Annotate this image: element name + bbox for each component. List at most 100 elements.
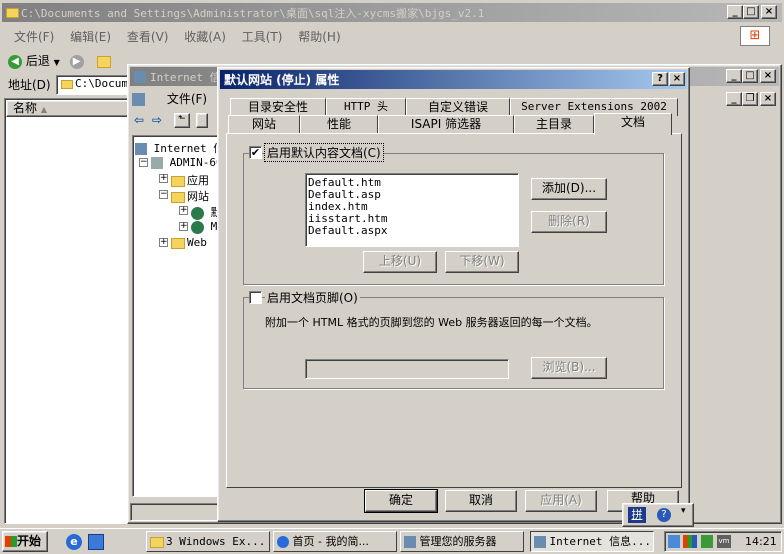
tree-apppools[interactable]: 应用	[171, 172, 209, 188]
show-tree-icon[interactable]	[195, 113, 208, 128]
inner-restore-button[interactable]: ❐	[742, 92, 758, 106]
apply-button[interactable]: 应用(A)	[525, 490, 597, 512]
windows-flag-icon	[5, 536, 17, 547]
server-icon	[151, 157, 163, 169]
address-value: C:\Docum	[75, 77, 128, 90]
default-doc-checkbox[interactable]: ✔	[249, 146, 262, 159]
footer-description: 附加一个 HTML 格式的页脚到您的 Web 服务器返回的每一个文档。	[265, 316, 598, 329]
footer-checkbox[interactable]	[249, 291, 262, 304]
inner-minimize-button[interactable]: _	[726, 92, 742, 106]
back-arrow-icon[interactable]: ⇦	[134, 113, 144, 127]
ok-button[interactable]: 确定	[364, 489, 438, 513]
menu-tools[interactable]: 工具(T)	[242, 30, 283, 44]
move-up-button[interactable]: 上移(U)	[363, 251, 437, 273]
tree-site-m[interactable]: M	[191, 220, 217, 234]
forward-arrow-icon[interactable]: ⇨	[152, 113, 162, 127]
expand-icon[interactable]: +	[159, 174, 168, 183]
address-input[interactable]: C:\Docum	[56, 75, 130, 95]
tab-home-directory[interactable]: 主目录	[514, 115, 594, 133]
tab-website[interactable]: 网站	[228, 115, 300, 133]
up-level-icon[interactable]: ⬑	[173, 113, 190, 128]
tray-network-icon[interactable]	[668, 535, 680, 548]
back-label[interactable]: 后退	[26, 54, 50, 68]
expand-icon[interactable]: +	[159, 238, 168, 247]
add-button[interactable]: 添加(D)...	[531, 178, 607, 200]
ie-icon	[277, 536, 289, 548]
footer-label[interactable]: 启用文档页脚(O)	[265, 289, 360, 306]
task-iis[interactable]: Internet 信息...	[530, 531, 654, 552]
iis-toolbar: ⇦ ⇨ ⬑	[134, 113, 208, 128]
tray-vm-icon[interactable]: vm	[717, 535, 731, 548]
expand-icon[interactable]: +	[179, 222, 188, 231]
server-manage-icon	[404, 536, 416, 548]
default-doc-label[interactable]: 启用默认内容文档(C)	[264, 143, 384, 162]
help-button[interactable]: ?	[652, 72, 668, 86]
back-icon[interactable]: ◀	[8, 54, 22, 69]
tree-websites[interactable]: 网站	[171, 188, 209, 204]
column-header-name[interactable]: 名称 ▲	[6, 100, 130, 117]
tab-http-headers[interactable]: HTTP 头	[326, 98, 406, 116]
minimize-button[interactable]: _	[727, 5, 743, 19]
explorer-titlebar: C:\Documents and Settings\Administrator\…	[2, 3, 782, 22]
tree-root[interactable]: Internet 信	[135, 140, 224, 156]
menu-file[interactable]: 文件(F)	[14, 30, 54, 44]
footer-path-input[interactable]	[305, 359, 509, 379]
task-manage-server[interactable]: 管理您的服务器	[400, 531, 524, 552]
close-button[interactable]: ×	[761, 5, 777, 19]
start-button[interactable]: 开始	[2, 531, 48, 552]
address-bar: 地址(D)	[8, 76, 51, 93]
task-explorer[interactable]: 3 Windows Ex... ▼	[146, 531, 270, 552]
explorer-toolbar: ◀ 后退 ▼ ▶	[8, 52, 112, 70]
menu-view[interactable]: 查看(V)	[127, 30, 169, 44]
remove-button[interactable]: 删除(R)	[531, 211, 607, 233]
browse-button[interactable]: 浏览(B)...	[531, 357, 607, 379]
tray-color-icon[interactable]	[683, 535, 697, 548]
inner-close-button[interactable]: ×	[760, 92, 776, 106]
tree-web-ext-label: Web	[187, 236, 207, 249]
ime-pinyin-icon[interactable]: 拼	[628, 507, 646, 523]
move-down-button[interactable]: 下移(W)	[445, 251, 519, 273]
dialog-close-button[interactable]: ×	[669, 72, 685, 86]
desktop-quicklaunch-icon[interactable]	[88, 534, 104, 550]
document-item[interactable]: Default.aspx	[308, 225, 516, 237]
sort-up-icon: ▲	[40, 105, 47, 114]
explorer-title: C:\Documents and Settings\Administrator\…	[21, 6, 485, 20]
properties-dialog: 默认网站 (停止) 属性 ? × 目录安全性 HTTP 头 自定义错误 Serv…	[217, 67, 690, 522]
tree-web-ext[interactable]: Web	[171, 236, 207, 249]
tab-directory-security[interactable]: 目录安全性	[230, 98, 326, 116]
iis-minimize-button[interactable]: _	[726, 69, 742, 83]
tab-isapi-filters[interactable]: ISAPI 筛选器	[378, 115, 514, 133]
tree-server[interactable]: ADMIN-60	[151, 156, 223, 169]
task-iis-label: Internet 信息...	[549, 535, 651, 548]
collapse-icon[interactable]: −	[139, 158, 148, 167]
collapse-icon[interactable]: −	[159, 190, 168, 199]
iis-menu-file[interactable]: 文件(F)	[167, 92, 207, 106]
iis-title: Internet 信	[150, 70, 221, 84]
globe-icon	[191, 220, 204, 234]
tab-panel: ✔ 启用默认内容文档(C) Default.htm Default.asp in…	[226, 133, 682, 488]
ime-options-icon[interactable]: ▾	[681, 506, 686, 516]
iis-icon	[134, 70, 146, 83]
menu-help[interactable]: 帮助(H)	[298, 30, 340, 44]
tree-root-label: Internet 信	[153, 142, 225, 155]
expand-icon[interactable]: +	[179, 206, 188, 215]
tray-security-icon[interactable]	[701, 535, 713, 548]
document-list[interactable]: Default.htm Default.asp index.htm iissta…	[305, 173, 519, 247]
ie-quicklaunch-icon[interactable]: e	[66, 534, 82, 550]
menu-favorites[interactable]: 收藏(A)	[184, 30, 226, 44]
cancel-button[interactable]: 取消	[445, 490, 517, 512]
iis-maximize-button[interactable]: □	[742, 69, 758, 83]
tab-custom-errors[interactable]: 自定义错误	[406, 98, 510, 116]
forward-icon[interactable]: ▶	[69, 54, 84, 69]
tab-performance[interactable]: 性能	[300, 115, 378, 133]
maximize-button[interactable]: □	[743, 5, 759, 19]
up-folder-icon[interactable]	[97, 55, 112, 68]
iis-close-button[interactable]: ×	[760, 69, 776, 83]
menu-edit[interactable]: 编辑(E)	[70, 30, 111, 44]
dropdown-arrow-icon[interactable]: ▼	[54, 58, 60, 67]
globe-icon	[191, 206, 204, 220]
task-browser[interactable]: 首页 - 我的简...	[273, 531, 397, 552]
tab-documents[interactable]: 文档	[594, 113, 672, 135]
ime-help-icon[interactable]: ?	[657, 508, 671, 522]
address-label: 地址(D)	[8, 78, 51, 92]
